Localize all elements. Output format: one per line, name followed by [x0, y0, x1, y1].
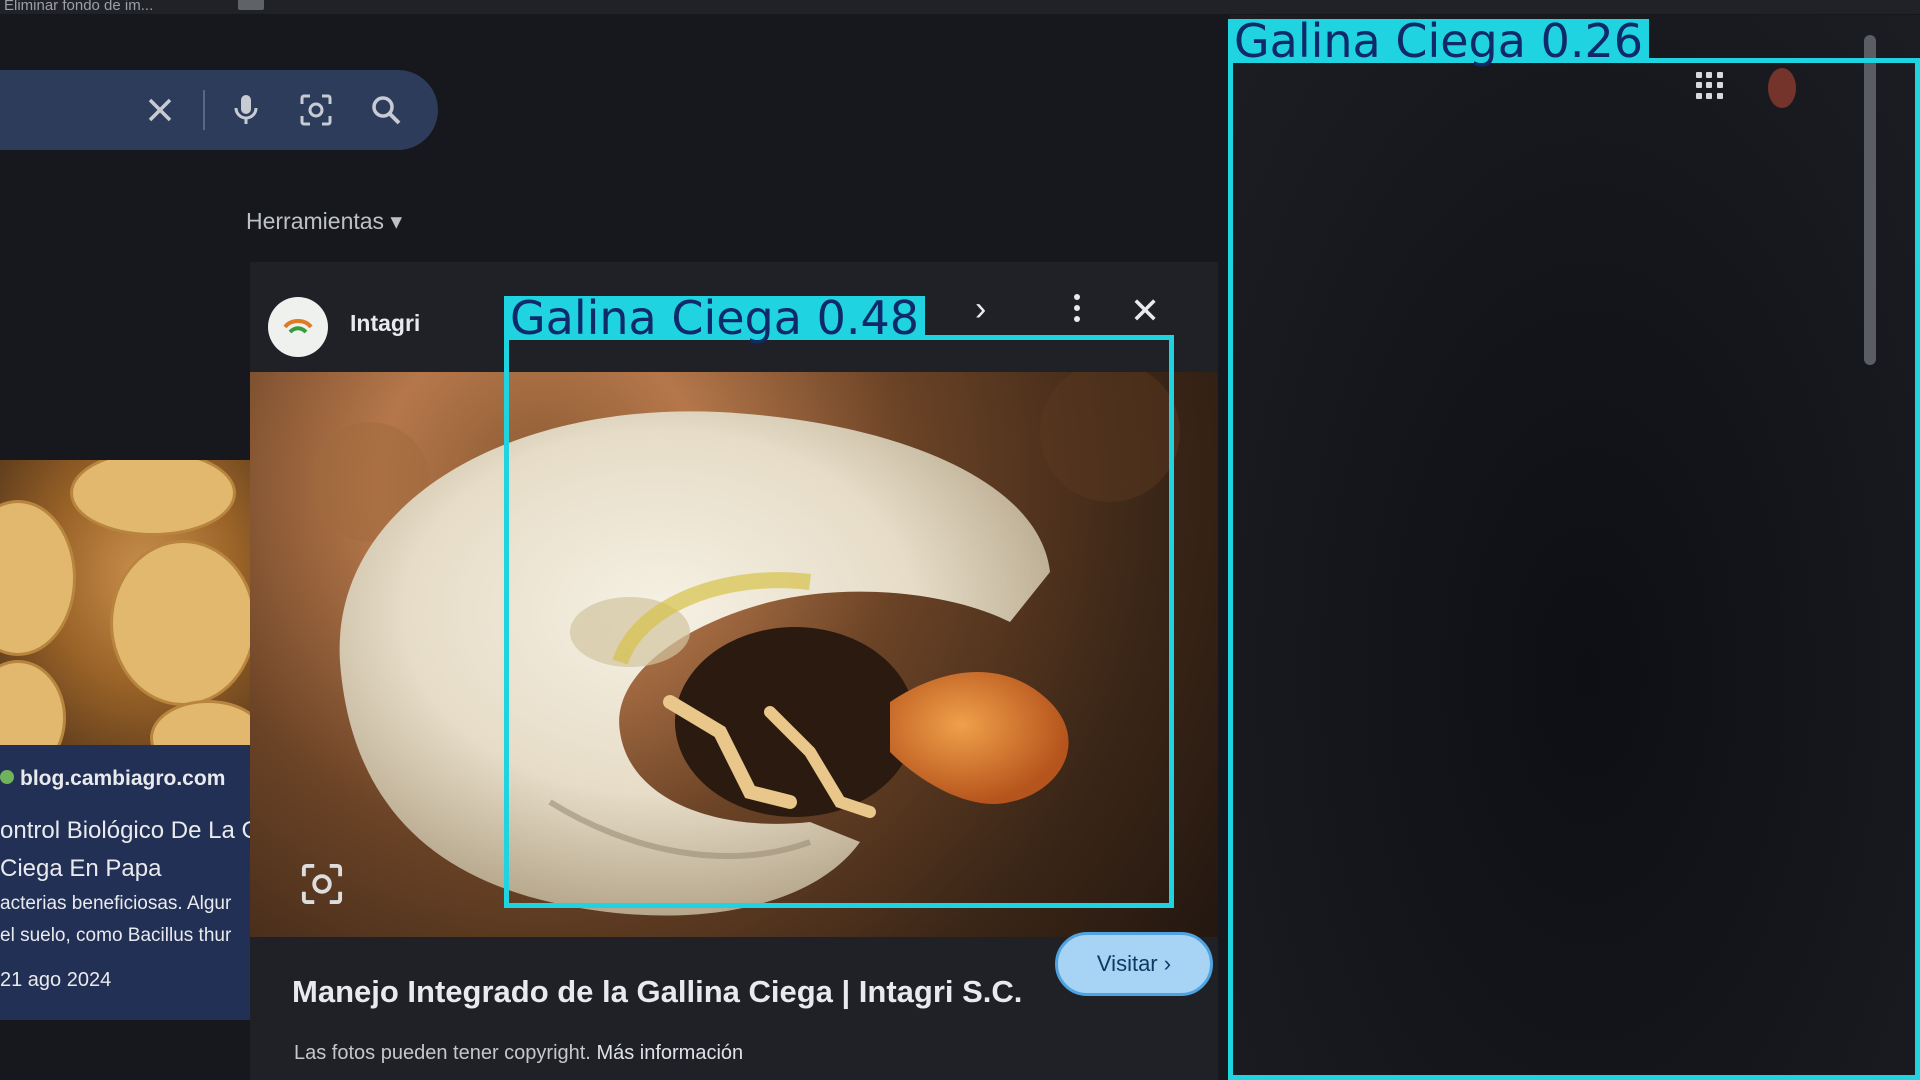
browser-top-strip: Eliminar fondo de im... — [0, 0, 1920, 14]
larva-shape — [0, 500, 76, 656]
detection-label-2: Galina Ciega 0.26 — [1228, 18, 1649, 64]
detection-box-1: Galina Ciega 0.48 — [504, 295, 1174, 908]
more-vert-icon[interactable] — [1062, 288, 1092, 328]
tab-favicon-icon — [238, 0, 264, 10]
larva-shape — [70, 460, 236, 536]
result-title[interactable]: ontrol Biológico De La G Ciega En Papa — [0, 812, 262, 888]
site-avatar[interactable] — [268, 297, 328, 357]
detection-label-1: Galina Ciega 0.48 — [504, 295, 925, 341]
mic-icon[interactable] — [226, 90, 266, 130]
search-icon[interactable] — [366, 90, 406, 130]
close-icon[interactable] — [140, 90, 180, 130]
intagri-logo-icon — [283, 319, 313, 334]
larva-shape — [150, 700, 262, 745]
lens-icon[interactable] — [300, 862, 344, 906]
site-favicon-icon — [0, 770, 14, 784]
left-result-card[interactable]: blog.cambiagro.com ontrol Biológico De L… — [0, 745, 266, 1020]
close-icon[interactable]: ✕ — [1130, 290, 1160, 332]
visit-button[interactable]: Visitar › — [1055, 932, 1213, 996]
caret-down-icon: ▾ — [390, 208, 402, 234]
browser-tab-title[interactable]: Eliminar fondo de im... — [4, 0, 153, 14]
visit-label: Visitar — [1096, 951, 1158, 976]
copyright-text: Las fotos pueden tener copyright. — [294, 1042, 591, 1064]
site-name[interactable]: Intagri — [350, 310, 420, 337]
search-bar[interactable] — [0, 70, 438, 150]
search-divider — [203, 90, 205, 130]
copyright-notice: Las fotos pueden tener copyright. Más in… — [294, 1042, 743, 1065]
tools-dropdown[interactable]: Herramientas ▾ — [246, 208, 402, 235]
chevron-right-icon[interactable]: › — [975, 290, 986, 329]
result-description: acterias beneficiosas. Algur el suelo, c… — [0, 893, 232, 946]
larva-shape — [110, 540, 256, 706]
lens-icon[interactable] — [296, 90, 336, 130]
page-title-link[interactable]: Manejo Integrado de la Gallina Ciega | I… — [292, 974, 1022, 1010]
larva-shape — [0, 660, 66, 745]
detection-box-2: Galina Ciega 0.26 — [1228, 18, 1920, 1080]
result-source[interactable]: blog.cambiagro.com — [20, 767, 225, 791]
result-thumbnail[interactable] — [0, 460, 262, 745]
tools-label: Herramientas — [246, 208, 385, 234]
more-info-link[interactable]: Más información — [596, 1042, 743, 1064]
result-date: 21 ago 2024 — [0, 969, 112, 991]
